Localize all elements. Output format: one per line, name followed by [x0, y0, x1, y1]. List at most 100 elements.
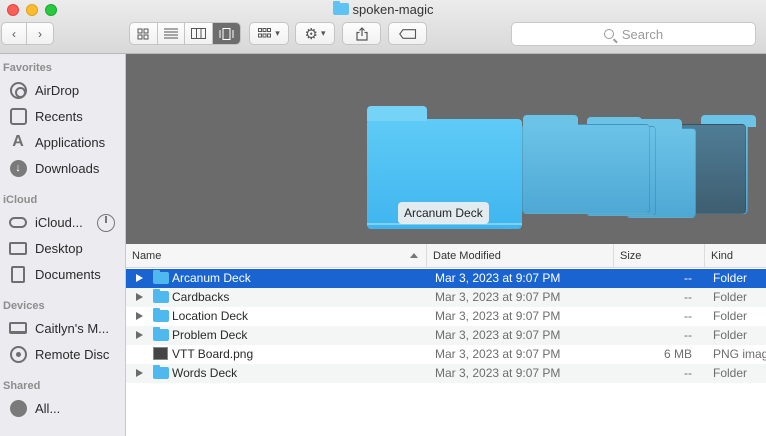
action-menu-button[interactable]: ⚙ ▾ [295, 22, 335, 45]
list-view-button[interactable] [158, 23, 185, 44]
downloads-icon: ↓ [9, 159, 27, 177]
network-icon [9, 399, 27, 417]
file-size: -- [684, 309, 692, 323]
group-icon [258, 28, 272, 38]
file-kind: Folder [713, 290, 748, 304]
column-header-kind[interactable]: Kind [704, 244, 766, 268]
file-size: -- [684, 328, 692, 342]
folder-icon [153, 270, 169, 284]
search-placeholder: Search [621, 26, 664, 42]
sidebar-item-downloads[interactable]: ↓ Downloads [9, 157, 125, 179]
table-row[interactable]: Arcanum Deck Mar 3, 2023 at 9:07 PM -- F… [126, 269, 766, 288]
cover-flow-preview[interactable]: Arcanum Deck [126, 54, 766, 244]
list-icon [163, 28, 178, 39]
folder-icon [153, 308, 169, 322]
file-list: Arcanum Deck Mar 3, 2023 at 9:07 PM -- F… [126, 269, 766, 383]
file-name: Cardbacks [172, 290, 230, 304]
preview-label: Arcanum Deck [398, 202, 489, 224]
table-row[interactable]: Problem Deck Mar 3, 2023 at 9:07 PM -- F… [126, 326, 766, 345]
sidebar-item-desktop[interactable]: Desktop [9, 237, 125, 259]
table-row[interactable]: Location Deck Mar 3, 2023 at 9:07 PM -- … [126, 307, 766, 326]
cover-flow-icon [219, 27, 234, 40]
sort-ascending-icon [410, 253, 418, 258]
file-name: Arcanum Deck [172, 271, 251, 285]
documents-icon [9, 265, 27, 283]
file-size: -- [684, 271, 692, 285]
folder-thumbnail[interactable] [522, 115, 650, 214]
file-kind: Folder [713, 328, 748, 342]
file-size: 6 MB [663, 347, 692, 361]
sidebar-section-devices: Devices [3, 300, 45, 312]
share-button[interactable] [342, 22, 381, 45]
file-kind: Folder [713, 271, 748, 285]
disclosure-triangle-icon[interactable] [136, 369, 143, 377]
share-icon [355, 26, 368, 41]
file-name: Words Deck [172, 366, 238, 380]
file-size: -- [684, 290, 692, 304]
edit-tags-button[interactable] [388, 22, 427, 45]
sidebar-item-recents[interactable]: Recents [9, 105, 125, 127]
sidebar-item-applications[interactable]: A Applications [9, 131, 125, 153]
search-field[interactable]: Search [511, 22, 756, 46]
date-modified: Mar 3, 2023 at 9:07 PM [435, 328, 561, 342]
sidebar-section-favorites: Favorites [3, 62, 52, 74]
disclosure-triangle-icon[interactable] [136, 312, 143, 320]
desktop-icon [9, 239, 27, 257]
column-header-size[interactable]: Size [613, 244, 704, 268]
laptop-icon [9, 319, 27, 337]
forward-button[interactable]: › [27, 22, 54, 45]
folder-icon [153, 327, 169, 341]
sidebar-item-airdrop[interactable]: AirDrop [9, 79, 125, 101]
file-kind: PNG image [713, 347, 766, 361]
folder-icon [153, 365, 169, 379]
view-mode-control [129, 22, 241, 45]
chevron-right-icon: › [38, 26, 42, 41]
date-modified: Mar 3, 2023 at 9:07 PM [435, 366, 561, 380]
chevron-left-icon: ‹ [12, 26, 16, 41]
recents-icon [9, 107, 27, 125]
table-row[interactable]: Cardbacks Mar 3, 2023 at 9:07 PM -- Fold… [126, 288, 766, 307]
sidebar-section-icloud: iCloud [3, 194, 38, 206]
group-by-button[interactable]: ▾ [249, 22, 289, 45]
disclosure-triangle-icon[interactable] [136, 331, 143, 339]
disclosure-triangle-icon[interactable] [136, 293, 143, 301]
back-button[interactable]: ‹ [1, 22, 27, 45]
chevron-down-icon: ▾ [275, 28, 280, 38]
chevron-down-icon: ▾ [320, 28, 326, 38]
icloud-progress-icon[interactable] [97, 214, 115, 232]
table-row[interactable]: VTT Board.png Mar 3, 2023 at 9:07 PM 6 M… [126, 345, 766, 364]
window-toolbar: spoken-magic ‹ › ▾ ⚙ ▾ Search [0, 0, 766, 54]
column-header-date-modified[interactable]: Date Modified [426, 244, 613, 268]
sidebar: Favorites AirDrop Recents A Applications… [0, 54, 126, 436]
image-file-icon [153, 347, 168, 360]
tag-icon [398, 28, 416, 39]
icloud-icon [9, 213, 27, 231]
list-header: Name Date Modified Size Kind [126, 244, 766, 268]
sidebar-item-macbook[interactable]: Caitlyn's M... [9, 317, 125, 339]
folder-icon [153, 289, 169, 303]
column-view-button[interactable] [185, 23, 213, 44]
grid-icon [137, 28, 149, 39]
column-header-name[interactable]: Name [126, 244, 426, 268]
sidebar-section-shared: Shared [3, 380, 41, 392]
sidebar-item-remote-disc[interactable]: Remote Disc [9, 343, 125, 365]
search-icon [603, 29, 614, 39]
date-modified: Mar 3, 2023 at 9:07 PM [435, 309, 561, 323]
file-name: Problem Deck [172, 328, 248, 342]
table-row[interactable]: Words Deck Mar 3, 2023 at 9:07 PM -- Fol… [126, 364, 766, 383]
sidebar-item-all-shared[interactable]: All... [9, 397, 125, 419]
file-kind: Folder [713, 366, 748, 380]
airdrop-icon [9, 81, 27, 99]
folder-icon [332, 1, 349, 15]
date-modified: Mar 3, 2023 at 9:07 PM [435, 290, 561, 304]
icon-view-button[interactable] [130, 23, 158, 44]
gear-icon: ⚙ [304, 25, 318, 43]
file-name: VTT Board.png [172, 347, 254, 361]
cover-flow-view-button[interactable] [212, 23, 240, 44]
disclosure-triangle-icon[interactable] [136, 274, 143, 282]
applications-icon: A [12, 133, 24, 150]
window-title: spoken-magic [0, 1, 766, 17]
file-size: -- [684, 366, 692, 380]
sidebar-item-documents[interactable]: Documents [9, 263, 125, 285]
file-name: Location Deck [172, 309, 249, 323]
